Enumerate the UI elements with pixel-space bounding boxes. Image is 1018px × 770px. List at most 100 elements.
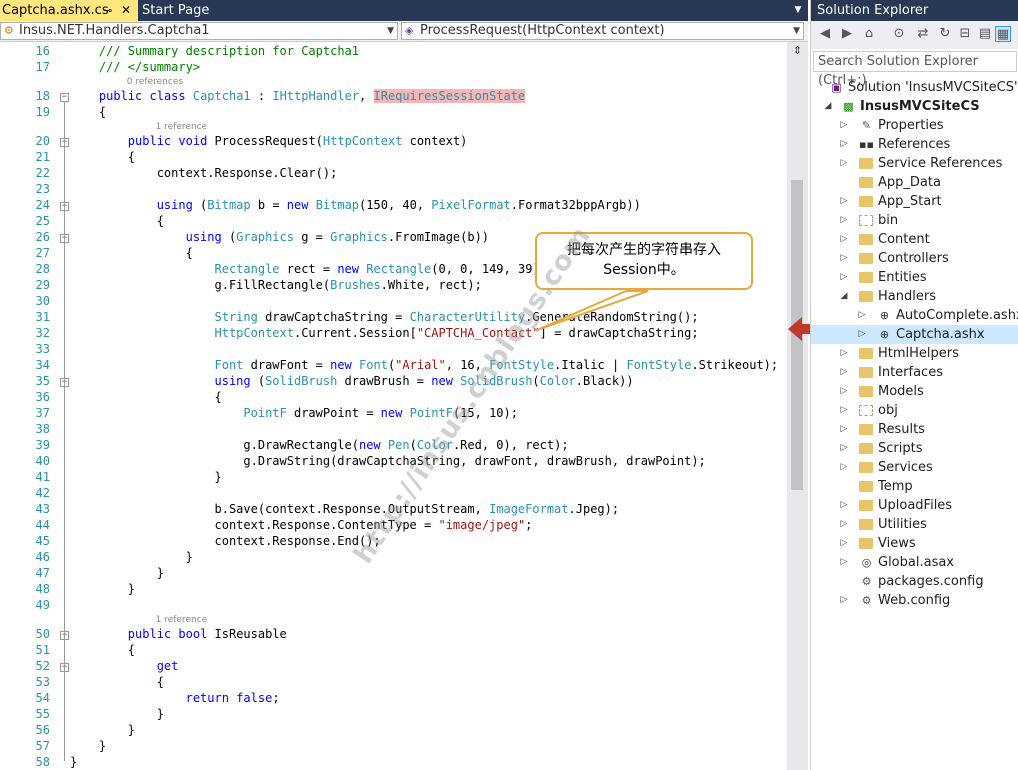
tree-item-solution[interactable]: ▣ Solution 'InsusMVCSiteCS' (1 p	[811, 78, 1018, 97]
code-line[interactable]: {	[70, 214, 164, 228]
home-icon[interactable]: ⌂	[861, 26, 877, 42]
code-line[interactable]: b.Save(context.Response.OutputStream, Im…	[70, 502, 619, 516]
code-line[interactable]: public void ProcessRequest(HttpContext c…	[70, 134, 468, 148]
tree-item-htmlhelpers[interactable]: ▷ HtmlHelpers	[811, 344, 1018, 363]
code-line[interactable]: }	[70, 755, 77, 769]
tree-item-packages-config[interactable]: ⚙ packages.config	[811, 572, 1018, 591]
member-dropdown[interactable]: ◈ ProcessRequest(HttpContext context) ▼	[401, 22, 804, 40]
expand-arrow-icon[interactable]: ▷	[839, 249, 849, 268]
code-line[interactable]: using (Bitmap b = new Bitmap(150, 40, Pi…	[70, 198, 641, 212]
collapse-region-icon[interactable]: −	[60, 93, 69, 102]
tree-item-models[interactable]: ▷ Models	[811, 382, 1018, 401]
code-line[interactable]: get	[70, 659, 179, 673]
tree-item-interfaces[interactable]: ▷ Interfaces	[811, 363, 1018, 382]
tab-overflow-dropdown-icon[interactable]: ▼	[791, 3, 805, 17]
code-line[interactable]: return false;	[70, 691, 280, 705]
code-line[interactable]: g.DrawRectangle(new Pen(Color.Red, 0), r…	[70, 438, 568, 452]
code-line[interactable]: }	[70, 470, 221, 484]
properties-icon[interactable]: ▦	[995, 26, 1011, 42]
expand-arrow-icon[interactable]: ▷	[839, 515, 849, 534]
tree-item-references[interactable]: ▷ ▪▪ References	[811, 135, 1018, 154]
expand-arrow-icon[interactable]: ▷	[839, 211, 849, 230]
expand-arrow-icon[interactable]: ▷	[839, 458, 849, 477]
expanded-arrow-icon[interactable]: ◢	[839, 287, 849, 306]
tree-item-entities[interactable]: ▷ Entities	[811, 268, 1018, 287]
pin-icon[interactable]: ⊸	[103, 0, 112, 21]
tree-item-autocomplete-ashx[interactable]: ▷ ⊕ AutoComplete.ashx	[811, 306, 1018, 325]
tree-item-uploadfiles[interactable]: ▷ UploadFiles	[811, 496, 1018, 515]
sync-icon[interactable]: ⇄	[915, 26, 931, 42]
code-line[interactable]: }	[70, 550, 193, 564]
code-line[interactable]: Rectangle rect = new Rectangle(0, 0, 149…	[70, 262, 547, 276]
split-editor-icon[interactable]: ⇕	[790, 44, 805, 58]
code-line[interactable]: {	[70, 105, 106, 119]
expand-arrow-icon[interactable]: ▷	[839, 230, 849, 249]
tree-item-scripts[interactable]: ▷ Scripts	[811, 439, 1018, 458]
vertical-scrollbar[interactable]: ⇕	[787, 42, 808, 770]
expand-arrow-icon[interactable]: ▷	[839, 116, 849, 135]
forward-icon[interactable]: ▶	[839, 26, 855, 42]
expand-arrow-icon[interactable]: ▷	[839, 401, 849, 420]
code-line[interactable]: public class Captcha1 : IHttpHandler, IR…	[70, 89, 526, 103]
solution-explorer-search-input[interactable]: Search Solution Explorer (Ctrl+;)	[813, 51, 1017, 88]
expand-arrow-icon[interactable]: ▷	[839, 344, 849, 363]
code-line[interactable]: {	[70, 675, 164, 689]
close-icon[interactable]: ✕	[121, 0, 131, 21]
tree-item-web-config[interactable]: ▷ ⚙ Web.config	[811, 591, 1018, 610]
codelens-reference-count[interactable]: 1 reference	[156, 615, 208, 625]
code-line[interactable]: /// </summary>	[70, 60, 200, 74]
code-line[interactable]: }	[70, 707, 164, 721]
tree-item-temp[interactable]: Temp	[811, 477, 1018, 496]
tree-item-results[interactable]: ▷ Results	[811, 420, 1018, 439]
tree-item-bin[interactable]: ▷ bin	[811, 211, 1018, 230]
code-line[interactable]: {	[70, 150, 135, 164]
code-line[interactable]: }	[70, 582, 135, 596]
code-line[interactable]: {	[70, 246, 193, 260]
expand-arrow-icon[interactable]: ▷	[857, 306, 867, 325]
tree-item-content[interactable]: ▷ Content	[811, 230, 1018, 249]
code-line[interactable]: }	[70, 739, 106, 753]
code-line[interactable]: context.Response.End();	[70, 534, 380, 548]
expanded-arrow-icon[interactable]: ◢	[823, 97, 833, 116]
expand-arrow-icon[interactable]: ▷	[839, 439, 849, 458]
collapse-all-icon[interactable]: ⊟	[957, 26, 973, 42]
tree-item-global-asax[interactable]: ▷ ◎ Global.asax	[811, 553, 1018, 572]
pending-changes-icon[interactable]: ⊙	[891, 26, 907, 42]
tab-start-page[interactable]: Start Page	[140, 0, 240, 21]
expand-arrow-icon[interactable]: ▷	[839, 534, 849, 553]
tree-item-project[interactable]: ◢ ▩ InsusMVCSiteCS	[811, 97, 1018, 116]
expand-arrow-icon[interactable]: ▷	[839, 268, 849, 287]
tree-item-obj[interactable]: ▷ obj	[811, 401, 1018, 420]
code-line[interactable]: {	[70, 643, 135, 657]
tree-item-app-data[interactable]: App_Data	[811, 173, 1018, 192]
code-line[interactable]: g.DrawString(drawCaptchaString, drawFont…	[70, 454, 705, 468]
code-editor[interactable]: Captcha.ashx.cs ⊸ ✕ Start Page ▼ ⚙ Insus…	[0, 0, 808, 770]
code-line[interactable]: context.Response.ContentType = "image/jp…	[70, 518, 532, 532]
code-line[interactable]: public bool IsReusable	[70, 627, 287, 641]
show-all-files-icon[interactable]: ▤	[977, 26, 993, 42]
type-dropdown[interactable]: ⚙ Insus.NET.Handlers.Captcha1 ▼	[0, 22, 398, 40]
expand-arrow-icon[interactable]: ▷	[839, 135, 849, 154]
tree-item-captcha-ashx[interactable]: ▷ ⊕ Captcha.ashx	[811, 325, 1018, 344]
expand-arrow-icon[interactable]: ▷	[857, 325, 867, 344]
code-line[interactable]: Font drawFont = new Font("Arial", 16, Fo…	[70, 358, 779, 372]
code-line[interactable]: }	[70, 566, 164, 580]
expand-arrow-icon[interactable]: ▷	[839, 553, 849, 572]
tree-item-service-references[interactable]: ▷ Service References	[811, 154, 1018, 173]
tree-item-app-start[interactable]: ▷ App_Start	[811, 192, 1018, 211]
codelens-reference-count[interactable]: 0 references	[127, 77, 183, 87]
code-line[interactable]: using (Graphics g = Graphics.FromImage(b…	[70, 230, 489, 244]
tree-item-services[interactable]: ▷ Services	[811, 458, 1018, 477]
expand-arrow-icon[interactable]: ▷	[839, 591, 849, 610]
code-line[interactable]: {	[70, 390, 221, 404]
code-line[interactable]: using (SolidBrush drawBrush = new SolidB…	[70, 374, 634, 388]
tree-item-properties[interactable]: ▷ ✎ Properties	[811, 116, 1018, 135]
expand-arrow-icon[interactable]: ▷	[839, 363, 849, 382]
code-line[interactable]: String drawCaptchaString = CharacterUtil…	[70, 310, 699, 324]
back-icon[interactable]: ◀	[817, 26, 833, 42]
codelens-reference-count[interactable]: 1 reference	[156, 122, 208, 132]
tree-item-utilities[interactable]: ▷ Utilities	[811, 515, 1018, 534]
tree-item-views[interactable]: ▷ Views	[811, 534, 1018, 553]
code-line[interactable]: HttpContext.Current.Session["CAPTCHA_Con…	[70, 326, 699, 340]
expand-arrow-icon[interactable]: ▷	[839, 420, 849, 439]
